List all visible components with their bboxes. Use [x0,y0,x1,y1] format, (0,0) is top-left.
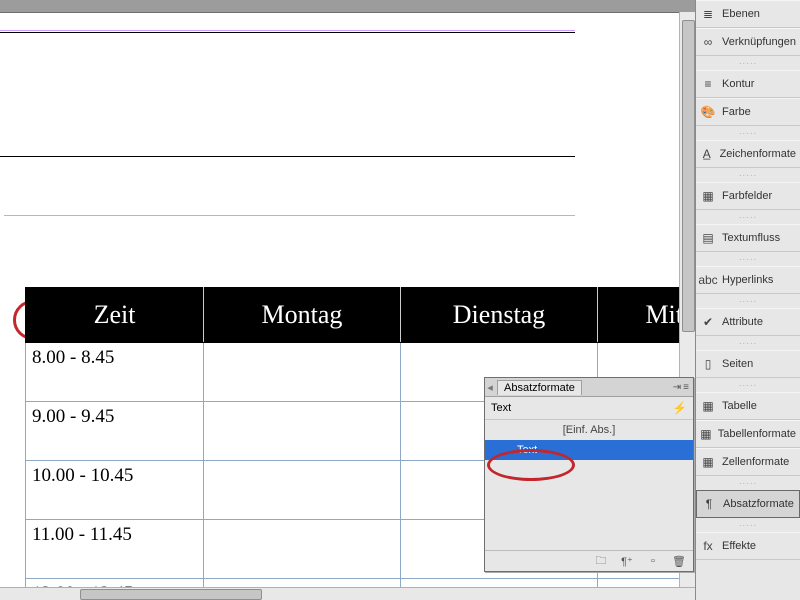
panel-dock-icon[interactable]: ⇥ [673,382,681,393]
panel-label: Hyperlinks [722,274,773,286]
pages-icon: ▯ [700,356,716,372]
panel-divider [696,126,800,140]
panel-label: Textumfluss [722,232,780,244]
empty-cell[interactable] [204,461,401,520]
delete-icon[interactable]: 🗑 [671,554,687,568]
color-icon: 🎨 [700,104,716,120]
panel-footer: 🗀 ¶⁺ ▫ 🗑 [485,550,693,571]
panel-header[interactable]: ◂ Absatzformate ⇥ ≡ [485,378,693,397]
panel-label: Seiten [722,358,753,370]
col-header-time[interactable]: Zeit [26,288,204,343]
table-icon: ▦ [700,398,716,414]
panel-dock: ≣ Ebenen ∞ Verknüpfungen ≡ Kontur 🎨 Farbe A̲… [695,0,800,600]
style-item-text[interactable]: Text [485,440,693,460]
page-edge [0,156,575,157]
stroke-icon: ≡ [700,76,716,92]
panel-divider [696,252,800,266]
panel-divider [696,476,800,490]
hyperlinks-icon: abc [700,272,716,288]
page-edge [0,32,575,33]
panel-divider [696,210,800,224]
parastyles-icon: ¶ [701,496,717,512]
paragraph-styles-panel[interactable]: ◂ Absatzformate ⇥ ≡ Text ⚡ [Einf. Abs.] … [484,377,694,572]
panel-label: Ebenen [722,8,760,20]
scrollbar-thumb[interactable] [682,20,695,332]
panel-item-textumfluss[interactable]: ▤ Textumfluss [696,224,800,252]
textwrap-icon: ▤ [700,230,716,246]
panel-label: Absatzformate [723,498,794,510]
panel-item-farbfelder[interactable]: ▦ Farbfelder [696,182,800,210]
effects-icon: fx [700,538,716,554]
panel-label: Tabellenformate [718,428,796,440]
panel-item-kontur[interactable]: ≡ Kontur [696,70,800,98]
panel-item-seiten[interactable]: ▯ Seiten [696,350,800,378]
panel-item-zellenformate[interactable]: ▦ Zellenformate [696,448,800,476]
panel-divider [696,168,800,182]
panel-item-verknuepfungen[interactable]: ∞ Verknüpfungen [696,28,800,56]
panel-label: Farbfelder [722,190,772,202]
empty-cell[interactable] [204,343,401,402]
panel-item-tabellenformate[interactable]: ▦ Tabellenformate [696,420,800,448]
swatches-icon: ▦ [700,188,716,204]
col-header-tue[interactable]: Dienstag [401,288,598,343]
panel-menu-icon[interactable]: ≡ [683,382,689,393]
panel-label: Zellenformate [722,456,789,468]
panel-divider [696,378,800,392]
panel-divider [696,336,800,350]
panel-item-tabelle[interactable]: ▦ Tabelle [696,392,800,420]
empty-cell[interactable] [204,402,401,461]
panel-divider [696,56,800,70]
clear-overrides-icon[interactable]: ¶⁺ [619,554,635,568]
panel-item-hyperlinks[interactable]: abc Hyperlinks [696,266,800,294]
cellstyles-icon: ▦ [700,454,716,470]
panel-item-farbe[interactable]: 🎨 Farbe [696,98,800,126]
panel-item-effekte[interactable]: fx Effekte [696,532,800,560]
col-header-wed[interactable]: Mittwoch [598,288,681,343]
styles-list[interactable]: [Einf. Abs.] Text [485,420,693,550]
horizontal-scrollbar[interactable] [0,587,696,600]
panel-label: Farbe [722,106,751,118]
layers-icon: ≣ [700,6,716,22]
panel-divider [696,294,800,308]
panel-label: Zeichenformate [720,148,796,160]
time-cell[interactable]: 10.00 - 10.45 [26,461,204,520]
attributes-icon: ✔ [700,314,716,330]
panel-label: Tabelle [722,400,757,412]
quick-apply-icon[interactable]: ⚡ [672,401,687,415]
panel-label: Kontur [722,78,754,90]
folder-icon[interactable]: 🗀 [593,554,609,568]
panel-label: Attribute [722,316,763,328]
collapse-icon[interactable]: ◂ [485,381,495,394]
scrollbar-thumb[interactable] [80,589,262,600]
new-style-icon[interactable]: ▫ [645,554,661,568]
panel-item-attribute[interactable]: ✔ Attribute [696,308,800,336]
time-cell[interactable]: 8.00 - 8.45 [26,343,204,402]
panel-item-ebenen[interactable]: ≣ Ebenen [696,0,800,28]
time-cell[interactable]: 9.00 - 9.45 [26,402,204,461]
panel-item-absatzformate[interactable]: ¶ Absatzformate [696,490,800,518]
col-header-mon[interactable]: Montag [204,288,401,343]
panel-label: Effekte [722,540,756,552]
style-item-basic[interactable]: [Einf. Abs.] [485,420,693,440]
panel-tab[interactable]: Absatzformate [497,380,582,395]
links-icon: ∞ [700,34,716,50]
tablestyles-icon: ▦ [700,426,712,442]
charstyles-icon: A̲ [700,146,714,162]
current-style-name: Text [491,402,511,414]
panel-item-zeichenformate[interactable]: A̲ Zeichenformate [696,140,800,168]
current-style-row: Text ⚡ [485,397,693,420]
panel-divider [696,518,800,532]
empty-cell[interactable] [204,520,401,579]
page-guide [0,30,575,31]
margin-guide [4,215,575,216]
time-cell[interactable]: 11.00 - 11.45 [26,520,204,579]
panel-label: Verknüpfungen [722,36,796,48]
